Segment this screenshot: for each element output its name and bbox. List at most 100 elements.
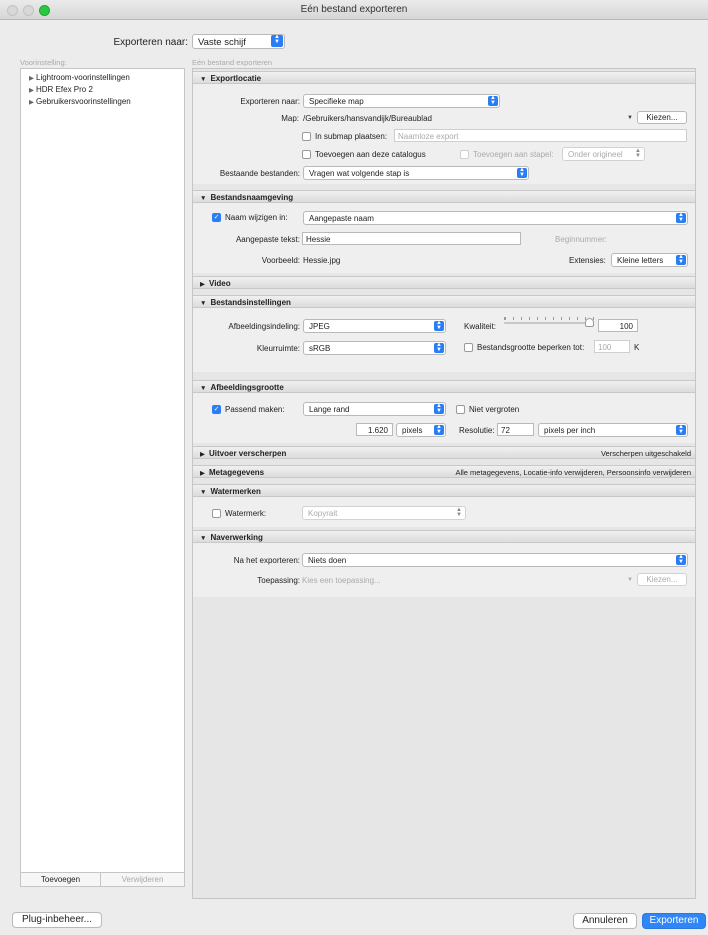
dropdown-arrow-icon[interactable]: ▼ [627,115,633,121]
subfolder-input[interactable]: Naamloze export [394,129,687,142]
add-to-stack-checkbox[interactable] [460,150,469,159]
rename-template-select[interactable]: Aangepaste naam ▲ ▼ [303,211,688,225]
window-title: Eén bestand exporteren [300,4,408,15]
quality-input[interactable]: 100 [598,319,638,332]
rename-checkbox[interactable]: ✓ [212,213,221,222]
resolution-unit-select[interactable]: pixels per inch ▲ ▼ [538,423,688,437]
disclosure-triangle-icon[interactable]: ▶ [29,75,34,82]
choose-folder-button[interactable]: Kiezen... [637,111,687,124]
cancel-button[interactable]: Annuleren [573,913,637,929]
after-export-label: Na het exporteren: [233,556,300,565]
subfolder-checkbox[interactable] [302,132,311,141]
section-title: Bestandsnaamgeving [210,193,294,202]
presets-heading: Voorinstelling: [20,58,67,67]
export-to-select[interactable]: Vaste schijf ▲ ▼ [192,34,285,49]
add-preset-button[interactable]: Toevoegen [21,873,101,886]
after-export-select[interactable]: Niets doen ▲ ▼ [302,553,688,567]
chevron-updown-icon: ▲ ▼ [635,148,641,159]
add-to-stack-label: Toevoegen aan stapel: [473,150,554,159]
dont-enlarge-checkbox[interactable] [456,405,465,414]
section-output-sharpening-header[interactable]: ▶ Uitvoer verscherpen Verscherpen uitgesch… [193,446,695,459]
resize-to-fit-checkbox[interactable]: ✓ [212,405,221,414]
limit-file-size-input[interactable]: 100 [594,340,630,353]
export-settings-panel: ▼ Exportlocatie Exporteren naar: Specifie… [192,68,696,899]
section-export-location-header[interactable]: ▼ Exportlocatie [193,71,695,84]
section-watermark-header[interactable]: ▼ Watermerken [193,484,695,497]
section-title: Watermerken [210,487,261,496]
rename-label: Naam wijzigen in: [225,213,288,222]
preset-folder-label: HDR Efex Pro 2 [36,85,93,94]
existing-files-label: Bestaande bestanden: [219,169,300,178]
existing-files-value: Vragen wat volgende stap is [309,169,410,178]
color-space-select[interactable]: sRGB ▲ ▼ [303,341,446,355]
disclosure-triangle-right-icon: ▶ [200,451,205,458]
section-title: Afbeeldingsgrootte [210,383,284,392]
chevron-updown-icon: ▲ ▼ [517,167,527,178]
chevron-updown-icon: ▲ ▼ [676,424,686,435]
section-export-location-body: Exporteren naar: Specifieke map ▲ ▼ Map: /… [193,84,695,184]
section-title: Uitvoer verscherpen [209,449,287,458]
section-video-header[interactable]: ▶ Video [193,276,695,289]
resize-mode-value: Lange rand [309,405,350,414]
start-number-label: Beginnummer: [555,235,608,244]
plugin-manager-button[interactable]: Plug-inbeheer... [12,912,102,928]
limit-file-size-label: Bestandsgrootte beperken tot: [477,343,585,352]
slider-thumb[interactable] [585,318,594,327]
dropdown-arrow-icon[interactable]: ▼ [627,577,633,583]
preset-folder-user[interactable]: ▶ Gebruikersvoorinstellingen [29,97,131,106]
custom-text-label: Aangepaste tekst: [235,235,300,244]
choose-application-button[interactable]: Kiezen... [637,573,687,586]
section-title: Metagegevens [209,468,265,477]
disclosure-triangle-down-icon: ▼ [200,489,207,496]
color-space-label: Kleurruimte: [256,344,300,353]
watermark-select[interactable]: Kopyrait ▲ ▼ [302,506,466,520]
remove-preset-button[interactable]: Verwijderen [101,873,184,886]
preset-folder-lightroom[interactable]: ▶ Lightroom-voorinstellingen [29,73,130,82]
export-location-value: Specifieke map [309,97,364,106]
disclosure-triangle-right-icon: ▶ [200,470,205,477]
quality-slider[interactable] [504,317,594,327]
section-post-processing-header[interactable]: ▼ Naverwerking [193,530,695,543]
export-to-row: Exporteren naar: Vaste schijf ▲ ▼ [0,34,708,50]
chevron-updown-icon: ▲ ▼ [434,403,444,414]
limit-file-size-checkbox[interactable] [464,343,473,352]
image-format-select[interactable]: JPEG ▲ ▼ [303,319,446,333]
preset-folder-hdr-efex[interactable]: ▶ HDR Efex Pro 2 [29,85,93,94]
disclosure-triangle-down-icon: ▼ [200,535,207,542]
chevron-updown-icon: ▲ ▼ [456,507,462,518]
watermark-checkbox[interactable] [212,509,221,518]
resolution-input[interactable]: 72 [497,423,534,436]
export-location-select[interactable]: Specifieke map ▲ ▼ [303,94,500,108]
section-file-naming-header[interactable]: ▼ Bestandsnaamgeving [193,190,695,203]
section-file-naming-body: ✓ Naam wijzigen in: Aangepaste naam ▲ ▼ Aa… [193,203,695,273]
size-input[interactable]: 1.620 [356,423,393,436]
section-title: Naverwerking [210,533,263,542]
export-button[interactable]: Exporteren [642,913,706,929]
existing-files-select[interactable]: Vragen wat volgende stap is ▲ ▼ [303,166,529,180]
extensions-label: Extensies: [569,256,606,265]
disclosure-triangle-icon[interactable]: ▶ [29,99,34,106]
limit-file-size-unit: K [634,343,640,352]
section-metadata-header[interactable]: ▶ Metagegevens Alle metagegevens, Locatie-… [193,465,695,478]
add-to-catalog-checkbox[interactable] [302,150,311,159]
section-file-settings-header[interactable]: ▼ Bestandsinstellingen [193,295,695,308]
section-image-sizing-header[interactable]: ▼ Afbeeldingsgrootte [193,380,695,393]
size-unit-select[interactable]: pixels ▲ ▼ [396,423,446,437]
extensions-value: Kleine letters [617,256,664,265]
section-summary: Alle metagegevens, Locatie-info verwijde… [455,468,691,477]
stack-position-value: Onder origineel [568,150,623,159]
resize-mode-select[interactable]: Lange rand ▲ ▼ [303,402,446,416]
disclosure-triangle-icon[interactable]: ▶ [29,87,34,94]
chevron-updown-icon: ▲ ▼ [434,342,444,353]
chevron-updown-icon: ▲ ▼ [488,95,498,106]
presets-button-bar: Toevoegen Verwijderen [21,872,184,886]
disclosure-triangle-right-icon: ▶ [200,281,205,288]
section-title: Video [209,279,231,288]
section-watermark-body: Watermerk: Kopyrait ▲ ▼ [193,497,695,527]
custom-text-input[interactable]: Hessie [302,232,521,245]
watermark-label: Watermerk: [225,509,267,518]
resolution-unit-value: pixels per inch [544,426,596,435]
chevron-updown-icon: ▲ ▼ [434,320,444,331]
extensions-select[interactable]: Kleine letters ▲ ▼ [611,253,688,267]
stack-position-select[interactable]: Onder origineel ▲ ▼ [562,147,645,161]
